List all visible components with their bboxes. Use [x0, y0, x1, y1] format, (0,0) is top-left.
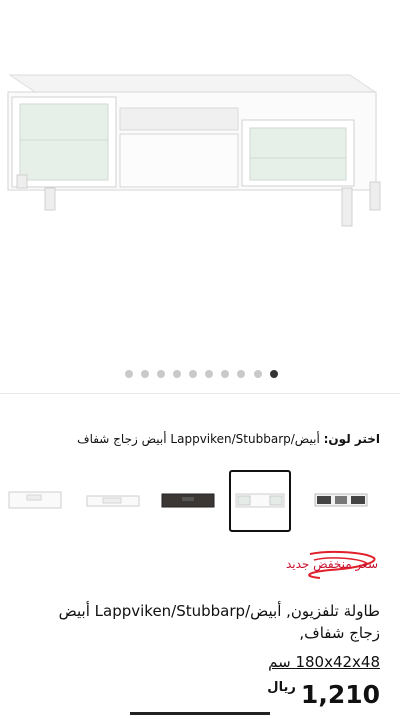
product-dimensions[interactable]: 180x42x48 سم — [268, 653, 380, 671]
color-swatch-white-low[interactable] — [82, 470, 144, 532]
pagination-dot[interactable] — [173, 370, 181, 378]
color-swatch-white-plain[interactable] — [4, 470, 66, 532]
divider — [0, 393, 400, 394]
product-description: طاولة تلفزيون, أبيض/Lappviken/Stubbarp أ… — [58, 602, 380, 642]
color-label-title: اختر لون: — [323, 432, 380, 446]
pagination-dot[interactable] — [205, 370, 213, 378]
price-currency: ريال — [267, 680, 296, 695]
pagination-dot[interactable] — [141, 370, 149, 378]
pagination-dot[interactable] — [189, 370, 197, 378]
pagination-dot[interactable] — [221, 370, 229, 378]
product-image — [0, 0, 400, 355]
color-swatch-black-brown[interactable] — [157, 470, 219, 532]
color-swatch-white-glass[interactable] — [229, 470, 291, 532]
gallery-pagination[interactable] — [0, 368, 400, 380]
tv-bench-image — [7, 74, 381, 227]
pagination-dot[interactable] — [237, 370, 245, 378]
pagination-dot-active[interactable] — [270, 370, 278, 378]
price: 1,210 ريال — [267, 680, 380, 709]
price-badge: سعر منخفض جديد — [285, 557, 378, 571]
color-label-value: أبيض/Lappviken/Stubbarp أبيض زجاج شفاف — [77, 432, 320, 446]
pagination-dot[interactable] — [254, 370, 262, 378]
price-underline — [130, 712, 270, 715]
color-selector-label: اختر لون: أبيض/Lappviken/Stubbarp أبيض ز… — [77, 432, 380, 446]
pagination-dot[interactable] — [157, 370, 165, 378]
price-amount: 1,210 — [300, 680, 380, 709]
color-swatch-white-black-glass[interactable] — [310, 470, 372, 532]
pagination-dot[interactable] — [125, 370, 133, 378]
